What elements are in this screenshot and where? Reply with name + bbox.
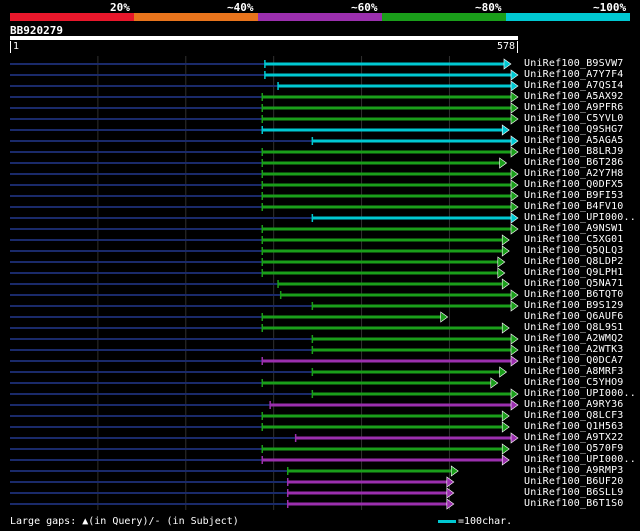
hit-arrow xyxy=(501,410,510,422)
hit-arrow xyxy=(499,366,508,378)
scale-swatch xyxy=(438,519,456,523)
hit-arrow xyxy=(446,476,455,488)
hit-label[interactable]: UniRef100_Q570F9 xyxy=(524,443,624,454)
hit-arrow xyxy=(450,465,459,477)
hit-arrow xyxy=(510,355,519,367)
hit-label[interactable]: UniRef100_B4FV10 xyxy=(524,201,624,212)
hit-label[interactable]: UniRef100_A2WTK3 xyxy=(524,344,624,355)
hit-arrow xyxy=(501,124,510,136)
hit-label[interactable]: UniRef100_UPI000.. xyxy=(524,388,636,399)
hit-label[interactable]: UniRef100_B6T286 xyxy=(524,157,624,168)
hit-label[interactable]: UniRef100_Q5NA71 xyxy=(524,278,624,289)
hit-arrow xyxy=(510,113,519,125)
hit-arrow xyxy=(510,102,519,114)
hit-arrow xyxy=(510,201,519,213)
hit-arrow xyxy=(501,454,510,466)
hit-label[interactable]: UniRef100_Q1H563 xyxy=(524,421,624,432)
hit-label[interactable]: UniRef100_C5YHO9 xyxy=(524,377,624,388)
hit-label[interactable]: UniRef100_C5XG01 xyxy=(524,234,624,245)
hit-arrow xyxy=(510,91,519,103)
hit-label[interactable]: UniRef100_A2WMQ2 xyxy=(524,333,624,344)
hit-arrow xyxy=(501,443,510,455)
hit-arrow xyxy=(440,311,449,323)
hit-label[interactable]: UniRef100_A7QSI4 xyxy=(524,80,624,91)
hit-label[interactable]: UniRef100_UPI000.. xyxy=(524,454,636,465)
hit-label[interactable]: UniRef100_B8LRJ9 xyxy=(524,146,624,157)
hit-label[interactable]: UniRef100_A8MRF3 xyxy=(524,366,624,377)
hit-label[interactable]: UniRef100_A5AGA5 xyxy=(524,135,624,146)
hit-arrow xyxy=(446,487,455,499)
hit-arrow xyxy=(446,498,455,510)
hit-label[interactable]: UniRef100_A9RY36 xyxy=(524,399,624,410)
hit-arrow xyxy=(510,333,519,345)
hit-label[interactable]: UniRef100_A9PFR6 xyxy=(524,102,624,113)
hit-label[interactable]: UniRef100_B6T1S0 xyxy=(524,498,624,509)
hit-label[interactable]: UniRef100_UPI000.. xyxy=(524,212,636,223)
hit-arrow xyxy=(510,135,519,147)
hit-arrow xyxy=(503,58,512,70)
hit-label[interactable]: UniRef100_A2Y7H8 xyxy=(524,168,624,179)
hit-arrow xyxy=(497,256,506,268)
hit-arrow xyxy=(497,267,506,279)
scale-legend: =100char. xyxy=(438,516,512,527)
hit-label[interactable]: UniRef100_Q9SHG7 xyxy=(524,124,624,135)
hit-arrow xyxy=(510,69,519,81)
hit-arrow xyxy=(510,399,519,411)
hit-arrow xyxy=(510,146,519,158)
hit-label[interactable]: UniRef100_Q8L9S1 xyxy=(524,322,624,333)
hit-label[interactable]: UniRef100_C5YVL0 xyxy=(524,113,624,124)
hit-label[interactable]: UniRef100_A5AX92 xyxy=(524,91,624,102)
hit-arrow xyxy=(510,223,519,235)
hit-label[interactable]: UniRef100_A9NSW1 xyxy=(524,223,624,234)
hit-arrow xyxy=(501,322,510,334)
hit-arrow xyxy=(501,234,510,246)
hit-arrow xyxy=(510,190,519,202)
hit-label[interactable]: UniRef100_B9SVW7 xyxy=(524,58,624,69)
hit-arrow xyxy=(501,245,510,257)
hit-label[interactable]: UniRef100_Q6AUF6 xyxy=(524,311,624,322)
hit-arrow xyxy=(510,289,519,301)
hit-arrow xyxy=(510,344,519,356)
gaps-legend: Large gaps: ▲(in Query)/- (in Subject) xyxy=(10,516,239,527)
hit-arrow xyxy=(510,212,519,224)
hit-arrow xyxy=(501,421,510,433)
hit-arrow xyxy=(510,80,519,92)
hit-label[interactable]: UniRef100_A7Y7F4 xyxy=(524,69,624,80)
hit-label[interactable]: UniRef100_A9RMP3 xyxy=(524,465,624,476)
hit-label[interactable]: UniRef100_Q9LPH1 xyxy=(524,267,624,278)
hit-label[interactable]: UniRef100_B9FI53 xyxy=(524,190,624,201)
hit-arrow xyxy=(490,377,499,389)
hit-arrow xyxy=(510,168,519,180)
hit-label[interactable]: UniRef100_Q0DCA7 xyxy=(524,355,624,366)
hit-label[interactable]: UniRef100_B6UF20 xyxy=(524,476,624,487)
hit-label[interactable]: UniRef100_Q5QLQ3 xyxy=(524,245,624,256)
hit-label[interactable]: UniRef100_B6SLL9 xyxy=(524,487,624,498)
hit-label[interactable]: UniRef100_B6TQT0 xyxy=(524,289,624,300)
hit-arrow xyxy=(510,179,519,191)
hit-arrow xyxy=(501,278,510,290)
hit-arrow xyxy=(510,432,519,444)
hit-label[interactable]: UniRef100_B9S129 xyxy=(524,300,624,311)
hit-arrow xyxy=(510,300,519,312)
hit-arrow xyxy=(499,157,508,169)
scale-text: =100char. xyxy=(458,516,513,527)
hit-label[interactable]: UniRef100_A9TX22 xyxy=(524,432,624,443)
hit-label[interactable]: UniRef100_Q8LCF3 xyxy=(524,410,624,421)
hit-label[interactable]: UniRef100_Q0DFX5 xyxy=(524,179,624,190)
hit-label[interactable]: UniRef100_Q8LDP2 xyxy=(524,256,624,267)
hit-arrow xyxy=(510,388,519,400)
